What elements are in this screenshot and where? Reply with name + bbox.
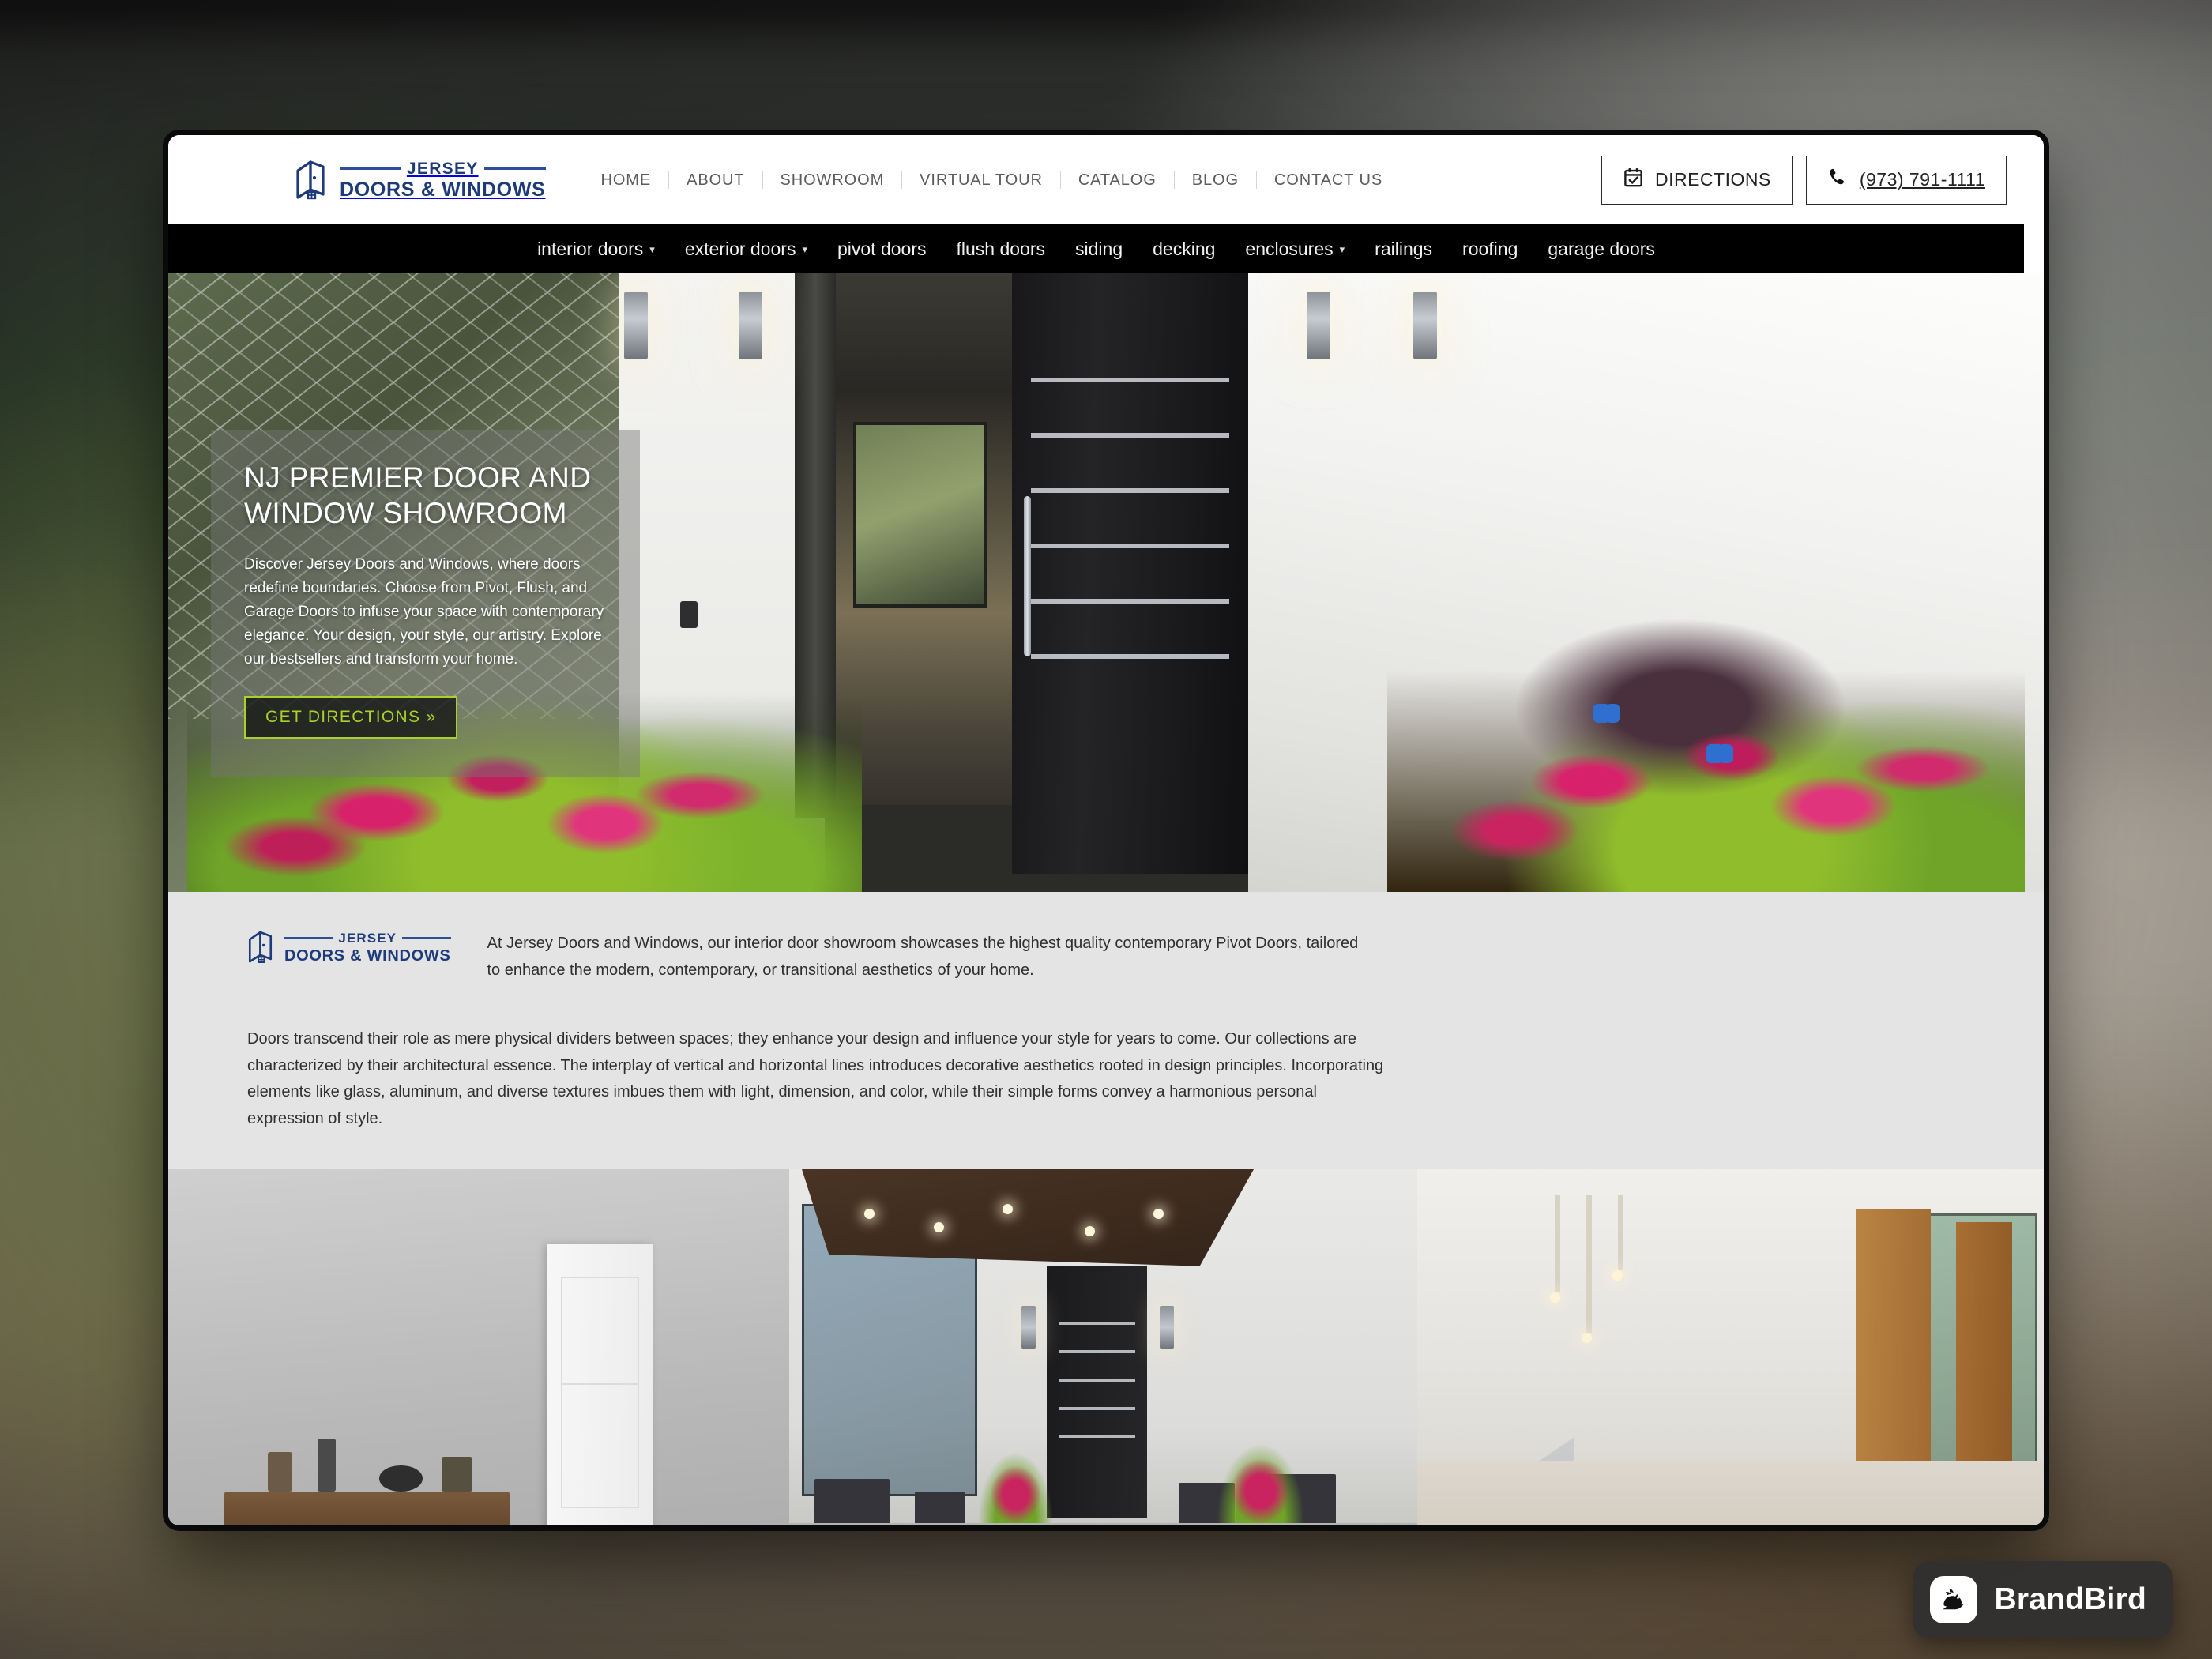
intro-logo: JERSEY DOORS & WINDOWS [247,927,451,965]
card-image [168,1168,789,1525]
subnav-label: pivot doors [837,238,927,259]
subnav-item-enclosures[interactable]: enclosures ▾ [1230,239,1360,260]
chevron-down-icon: ▾ [649,243,655,255]
intro-section: JERSEY DOORS & WINDOWS At Jersey Doors a… [168,892,2044,1169]
subnav-label: garage doors [1548,238,1655,259]
nav-item-contact-us[interactable]: CONTACT US [1255,171,1400,189]
subnav-item-siding[interactable]: siding [1060,239,1138,260]
chevron-down-icon: ▾ [1339,243,1345,255]
hero-title: NJ PREMIER DOOR AND WINDOW SHOWROOM [244,461,592,530]
subnav-label: railings [1375,238,1433,259]
nav-item-home[interactable]: HOME [601,171,669,189]
card-image [789,1168,1417,1525]
brandbird-bird-icon [1929,1576,1977,1623]
chevron-down-icon: ▾ [802,243,807,255]
category-card-exterior-doors[interactable]: Exterior Doors [789,1168,1417,1525]
subnav-label: flush doors [956,238,1046,259]
header-actions: DIRECTIONS (973) 791-1111 [1601,155,2007,205]
hero-section: NJ PREMIER DOOR AND WINDOW SHOWROOM Disc… [168,273,2044,892]
door-logo-icon [295,160,331,201]
logo-top-row: JERSEY [284,931,451,945]
subnav-item-pivot-doors[interactable]: pivot doors [822,239,942,260]
hero-copy: Discover Jersey Doors and Windows, where… [244,556,604,668]
category-card-pivot-doors[interactable]: Pivot Doors [1417,1168,2044,1525]
category-card-interior-doors[interactable]: Interior Doors [168,1168,789,1525]
category-card-row: Interior Doors E [168,1168,2044,1525]
intro-logo-wordmark: JERSEY DOORS & WINDOWS [284,931,451,964]
logo-rule-left [340,167,401,170]
nav-item-blog[interactable]: BLOG [1173,171,1256,189]
intro-lead-paragraph: At Jersey Doors and Windows, our interio… [487,935,1359,979]
logo-rule-right [402,936,451,939]
site-header: JERSEY DOORS & WINDOWS HOME ABOUT SHOWRO… [168,135,2044,224]
category-nav: interior doors ▾ exterior doors ▾ pivot … [168,224,2024,273]
subnav-label: siding [1075,238,1123,259]
phone-button[interactable]: (973) 791-1111 [1805,155,2007,205]
nav-item-virtual-tour[interactable]: VIRTUAL TOUR [901,171,1060,189]
logo-rule-left [284,936,333,939]
site-logo[interactable]: JERSEY DOORS & WINDOWS [295,160,546,201]
card-image [1417,1168,2044,1525]
logo-rule-right [483,167,546,170]
intro-row: JERSEY DOORS & WINDOWS At Jersey Doors a… [247,927,1965,984]
logo-bottom-text: DOORS & WINDOWS [284,946,451,965]
logo-top-row: JERSEY [340,160,546,177]
subnav-item-roofing[interactable]: roofing [1447,239,1533,260]
directions-button-label: DIRECTIONS [1654,169,1771,190]
subnav-item-interior-doors[interactable]: interior doors ▾ [522,239,670,260]
subnav-item-decking[interactable]: decking [1138,239,1230,260]
primary-nav: HOME ABOUT SHOWROOM VIRTUAL TOUR CATALOG… [601,171,1601,189]
brandbird-label: BrandBird [1994,1582,2146,1616]
subnav-label: decking [1153,238,1216,259]
brandbird-watermark: BrandBird [1912,1561,2173,1638]
intro-body-paragraph: Doors transcend their role as mere physi… [247,1030,1384,1127]
nav-item-about[interactable]: ABOUT [668,171,762,189]
subnav-item-exterior-doors[interactable]: exterior doors ▾ [670,239,822,260]
calendar-check-icon [1623,167,1644,193]
door-logo-icon [247,930,277,965]
nav-item-showroom[interactable]: SHOWROOM [762,171,902,189]
subnav-item-garage-doors[interactable]: garage doors [1533,239,1670,260]
subnav-item-flush-doors[interactable]: flush doors [942,239,1061,260]
hero-text-overlay: NJ PREMIER DOOR AND WINDOW SHOWROOM Disc… [211,430,640,777]
get-directions-button[interactable]: GET DIRECTIONS » [244,696,458,739]
directions-button[interactable]: DIRECTIONS [1601,155,1793,205]
subnav-label: interior doors [537,238,644,259]
logo-wordmark: JERSEY DOORS & WINDOWS [340,160,546,200]
phone-icon [1827,167,1849,193]
subnav-item-railings[interactable]: railings [1360,239,1447,260]
subnav-label: roofing [1462,238,1518,259]
logo-top-text: JERSEY [338,930,397,946]
subnav-label: exterior doors [684,238,796,259]
logo-bottom-text: DOORS & WINDOWS [340,178,546,201]
browser-window: JERSEY DOORS & WINDOWS HOME ABOUT SHOWRO… [168,135,2044,1525]
subnav-label: enclosures [1245,238,1334,259]
phone-button-label: (973) 791-1111 [1859,169,1985,190]
logo-top-text: JERSEY [406,159,479,178]
nav-item-catalog[interactable]: CATALOG [1059,171,1174,189]
